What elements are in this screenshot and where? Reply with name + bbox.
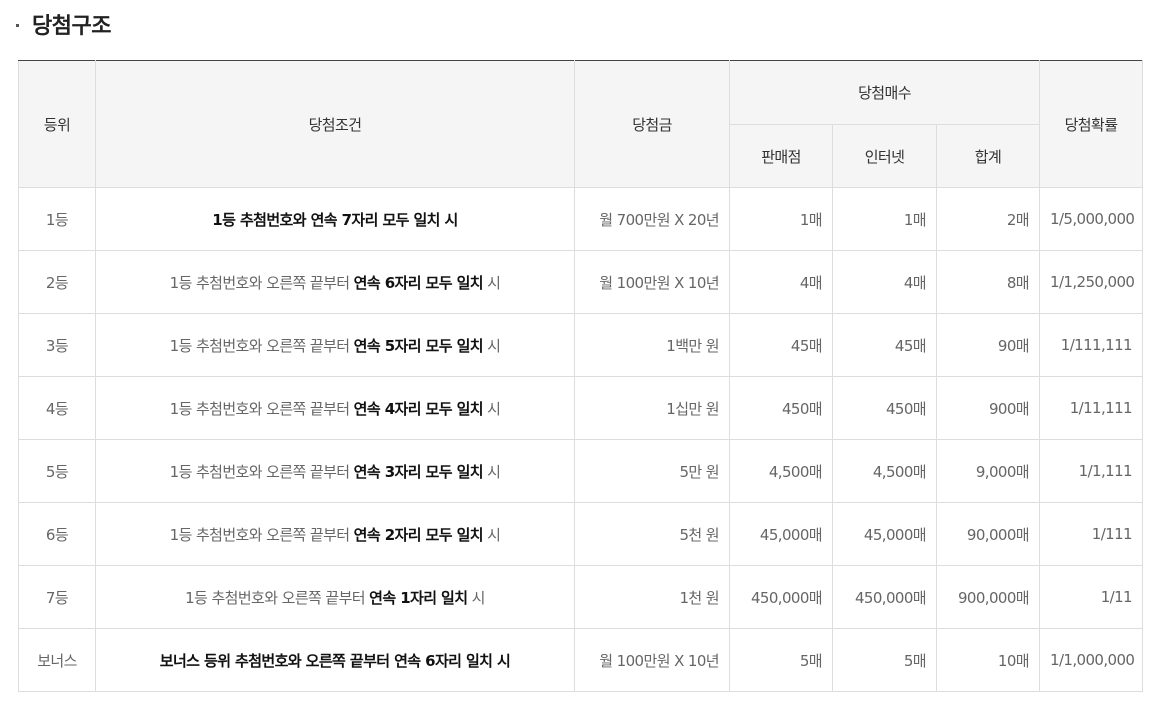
condition-cell: 보너스 등위 추첨번호와 오른쪽 끝부터 연속 6자리 일치 시 — [95, 628, 575, 692]
internet-count-cell: 45매 — [832, 313, 937, 377]
condition-emphasis: 연속 1자리 일치 — [369, 588, 468, 607]
condition-suffix: 시 — [482, 525, 501, 544]
prize-structure-table: 등위 당첨조건 당첨금 당첨매수 당첨확률 판매점 인터넷 합계 1등 1등 추… — [18, 60, 1143, 692]
internet-count-cell: 4매 — [832, 250, 937, 314]
probability-cell: 1/1,250,000 — [1039, 250, 1143, 314]
internet-count-cell: 5매 — [832, 628, 937, 692]
bullet-icon — [16, 23, 19, 27]
store-count-cell: 5매 — [729, 628, 833, 692]
condition-prefix: 1등 추첨번호와 오른쪽 끝부터 — [169, 273, 354, 292]
condition-cell: 1등 추첨번호와 오른쪽 끝부터 연속 4자리 모두 일치 시 — [95, 376, 575, 440]
probability-cell: 1/1,000,000 — [1039, 628, 1143, 692]
condition-emphasis: 1등 추첨번호와 연속 7자리 모두 일치 시 — [212, 210, 458, 229]
condition-prefix: 1등 추첨번호와 오른쪽 끝부터 — [169, 525, 354, 544]
store-count-cell: 450매 — [729, 376, 833, 440]
header-rank: 등위 — [18, 60, 96, 188]
probability-cell: 1/111 — [1039, 502, 1143, 566]
header-count-group: 당첨매수 — [729, 60, 1040, 125]
prize-cell: 월 100만원 X 10년 — [574, 250, 730, 314]
rank-cell: 보너스 — [18, 628, 96, 692]
internet-count-cell: 4,500매 — [832, 439, 937, 503]
probability-cell: 1/1,111 — [1039, 439, 1143, 503]
condition-emphasis: 연속 6자리 모두 일치 — [353, 273, 484, 292]
store-count-cell: 45매 — [729, 313, 833, 377]
section-header: 당첨구조 — [16, 6, 111, 42]
rank-cell: 4등 — [18, 376, 96, 440]
condition-cell: 1등 추첨번호와 연속 7자리 모두 일치 시 — [95, 187, 575, 251]
condition-emphasis: 연속 2자리 모두 일치 — [353, 525, 484, 544]
total-count-cell: 10매 — [936, 628, 1040, 692]
store-count-cell: 45,000매 — [729, 502, 833, 566]
prize-cell: 월 700만원 X 20년 — [574, 187, 730, 251]
rank-cell: 6등 — [18, 502, 96, 566]
probability-cell: 1/11,111 — [1039, 376, 1143, 440]
table-row: 7등 1등 추첨번호와 오른쪽 끝부터 연속 1자리 일치 시 1천 원 450… — [18, 565, 1143, 629]
condition-emphasis: 연속 3자리 모두 일치 — [353, 462, 484, 481]
condition-cell: 1등 추첨번호와 오른쪽 끝부터 연속 6자리 모두 일치 시 — [95, 250, 575, 314]
header-probability: 당첨확률 — [1039, 60, 1143, 188]
total-count-cell: 90,000매 — [936, 502, 1040, 566]
condition-suffix: 시 — [482, 336, 501, 355]
condition-suffix: 시 — [482, 273, 501, 292]
total-count-cell: 9,000매 — [936, 439, 1040, 503]
prize-cell: 월 100만원 X 10년 — [574, 628, 730, 692]
header-internet: 인터넷 — [832, 124, 937, 188]
condition-prefix: 1등 추첨번호와 오른쪽 끝부터 — [169, 399, 354, 418]
table-row: 보너스 보너스 등위 추첨번호와 오른쪽 끝부터 연속 6자리 일치 시 월 1… — [18, 628, 1143, 692]
probability-cell: 1/111,111 — [1039, 313, 1143, 377]
condition-emphasis: 연속 4자리 모두 일치 — [353, 399, 484, 418]
total-count-cell: 90매 — [936, 313, 1040, 377]
prize-cell: 5만 원 — [574, 439, 730, 503]
total-count-cell: 900,000매 — [936, 565, 1040, 629]
store-count-cell: 450,000매 — [729, 565, 833, 629]
header-store: 판매점 — [729, 124, 833, 188]
probability-cell: 1/11 — [1039, 565, 1143, 629]
table-row: 4등 1등 추첨번호와 오른쪽 끝부터 연속 4자리 모두 일치 시 1십만 원… — [18, 376, 1143, 440]
rank-cell: 2등 — [18, 250, 96, 314]
condition-suffix: 시 — [482, 399, 501, 418]
condition-cell: 1등 추첨번호와 오른쪽 끝부터 연속 3자리 모두 일치 시 — [95, 439, 575, 503]
condition-prefix: 1등 추첨번호와 오른쪽 끝부터 — [169, 462, 354, 481]
header-prize: 당첨금 — [574, 60, 730, 188]
internet-count-cell: 1매 — [832, 187, 937, 251]
prize-cell: 5천 원 — [574, 502, 730, 566]
internet-count-cell: 450,000매 — [832, 565, 937, 629]
rank-cell: 5등 — [18, 439, 96, 503]
internet-count-cell: 45,000매 — [832, 502, 937, 566]
total-count-cell: 2매 — [936, 187, 1040, 251]
table-row: 5등 1등 추첨번호와 오른쪽 끝부터 연속 3자리 모두 일치 시 5만 원 … — [18, 439, 1143, 503]
condition-prefix: 1등 추첨번호와 오른쪽 끝부터 — [185, 588, 370, 607]
condition-cell: 1등 추첨번호와 오른쪽 끝부터 연속 5자리 모두 일치 시 — [95, 313, 575, 377]
condition-suffix: 시 — [467, 588, 486, 607]
condition-suffix: 시 — [482, 462, 501, 481]
total-count-cell: 900매 — [936, 376, 1040, 440]
store-count-cell: 4매 — [729, 250, 833, 314]
header-condition: 당첨조건 — [95, 60, 575, 188]
rank-cell: 7등 — [18, 565, 96, 629]
table-row: 3등 1등 추첨번호와 오른쪽 끝부터 연속 5자리 모두 일치 시 1백만 원… — [18, 313, 1143, 377]
table-row: 1등 1등 추첨번호와 연속 7자리 모두 일치 시 월 700만원 X 20년… — [18, 187, 1143, 251]
internet-count-cell: 450매 — [832, 376, 937, 440]
rank-cell: 1등 — [18, 187, 96, 251]
rank-cell: 3등 — [18, 313, 96, 377]
prize-cell: 1백만 원 — [574, 313, 730, 377]
total-count-cell: 8매 — [936, 250, 1040, 314]
condition-cell: 1등 추첨번호와 오른쪽 끝부터 연속 1자리 일치 시 — [95, 565, 575, 629]
condition-prefix: 1등 추첨번호와 오른쪽 끝부터 — [169, 336, 354, 355]
store-count-cell: 4,500매 — [729, 439, 833, 503]
store-count-cell: 1매 — [729, 187, 833, 251]
table-row: 6등 1등 추첨번호와 오른쪽 끝부터 연속 2자리 모두 일치 시 5천 원 … — [18, 502, 1143, 566]
table-row: 2등 1등 추첨번호와 오른쪽 끝부터 연속 6자리 모두 일치 시 월 100… — [18, 250, 1143, 314]
condition-emphasis: 보너스 등위 추첨번호와 오른쪽 끝부터 연속 6자리 일치 시 — [159, 651, 511, 670]
probability-cell: 1/5,000,000 — [1039, 187, 1143, 251]
section-title: 당첨구조 — [32, 14, 111, 39]
header-total: 합계 — [936, 124, 1040, 188]
condition-emphasis: 연속 5자리 모두 일치 — [353, 336, 484, 355]
prize-cell: 1십만 원 — [574, 376, 730, 440]
condition-cell: 1등 추첨번호와 오른쪽 끝부터 연속 2자리 모두 일치 시 — [95, 502, 575, 566]
prize-cell: 1천 원 — [574, 565, 730, 629]
